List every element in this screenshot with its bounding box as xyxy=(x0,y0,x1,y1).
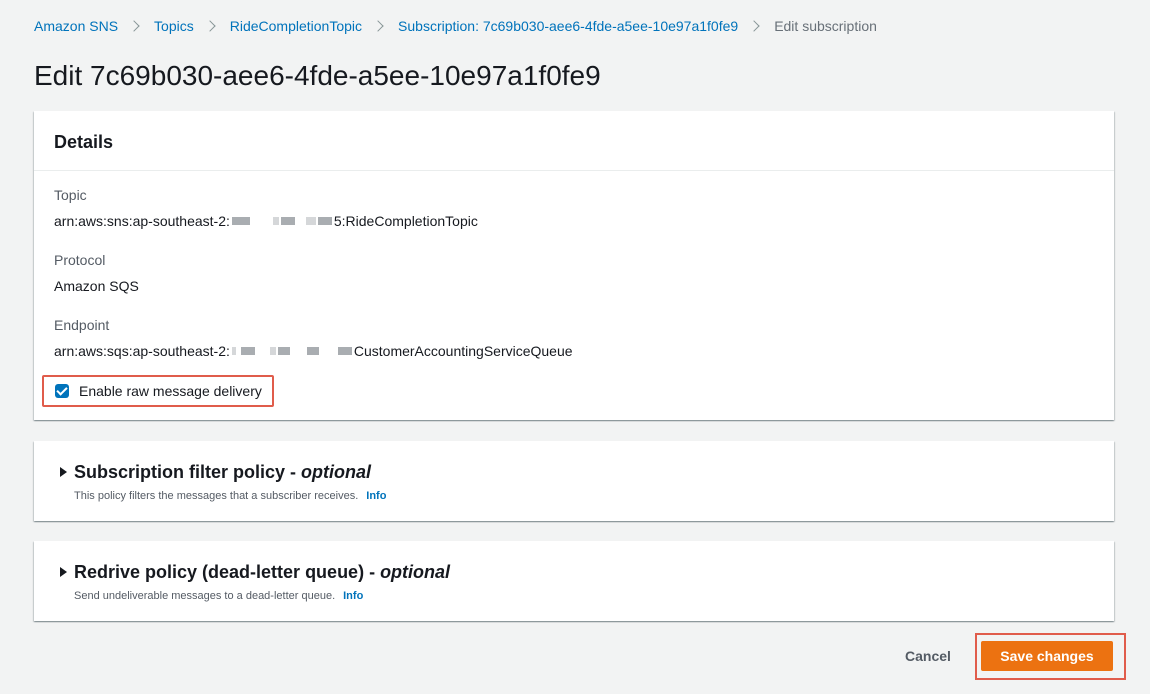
chevron-right-icon xyxy=(204,20,216,32)
chevron-right-icon xyxy=(372,20,384,32)
caret-right-icon xyxy=(60,567,67,577)
details-body: Topic arn:aws:sns:ap-southeast-2: 5:Ride… xyxy=(34,171,1114,360)
endpoint-value: arn:aws:sqs:ap-southeast-2: CustomerAcco… xyxy=(54,342,1094,360)
redrive-policy-panel[interactable]: Redrive policy (dead-letter queue) - opt… xyxy=(34,541,1114,621)
breadcrumb-amazon-sns[interactable]: Amazon SNS xyxy=(34,18,118,34)
breadcrumb-subscription[interactable]: Subscription: 7c69b030-aee6-4fde-a5ee-10… xyxy=(398,18,738,34)
filter-policy-description: This policy filters the messages that a … xyxy=(74,490,387,502)
topic-value: arn:aws:sns:ap-southeast-2: 5:RideComple… xyxy=(54,212,1094,230)
endpoint-arn-suffix: CustomerAccountingServiceQueue xyxy=(353,343,573,359)
topic-label: Topic xyxy=(54,187,87,203)
chevron-right-icon xyxy=(128,20,140,32)
redrive-policy-title: Redrive policy (dead-letter queue) - opt… xyxy=(74,561,451,582)
protocol-value: Amazon SQS xyxy=(54,278,139,294)
raw-delivery-label: Enable raw message delivery xyxy=(79,383,262,399)
page-title: Edit 7c69b030-aee6-4fde-a5ee-10e97a1f0fe… xyxy=(34,60,601,91)
breadcrumb-current: Edit subscription xyxy=(774,18,877,34)
raw-delivery-checkbox-highlight[interactable]: Enable raw message delivery xyxy=(42,375,274,407)
topic-arn-prefix: arn:aws:sns:ap-southeast-2: xyxy=(54,213,230,229)
topic-arn-suffix: 5:RideCompletionTopic xyxy=(333,213,478,229)
protocol-label: Protocol xyxy=(54,252,106,268)
breadcrumb-topic[interactable]: RideCompletionTopic xyxy=(230,18,362,34)
caret-right-icon xyxy=(60,467,67,477)
raw-delivery-checkbox[interactable] xyxy=(55,384,69,398)
endpoint-arn-prefix: arn:aws:sqs:ap-southeast-2: xyxy=(54,343,230,359)
redrive-policy-toggle[interactable]: Redrive policy (dead-letter queue) - opt… xyxy=(60,561,1094,583)
breadcrumb-topics[interactable]: Topics xyxy=(154,18,194,34)
cancel-button[interactable]: Cancel xyxy=(890,643,966,669)
redrive-policy-description: Send undeliverable messages to a dead-le… xyxy=(74,590,364,602)
chevron-right-icon xyxy=(748,20,760,32)
redrive-policy-info-link[interactable]: Info xyxy=(343,590,363,602)
redacted-account-id xyxy=(231,347,353,355)
filter-policy-title: Subscription filter policy - optional xyxy=(74,461,372,482)
filter-policy-panel[interactable]: Subscription filter policy - optional Th… xyxy=(34,441,1114,521)
filter-policy-info-link[interactable]: Info xyxy=(366,490,386,502)
details-header: Details xyxy=(34,111,1114,171)
endpoint-field: Endpoint arn:aws:sqs:ap-southeast-2: Cus… xyxy=(54,317,1094,360)
protocol-field: Protocol Amazon SQS xyxy=(54,252,1094,295)
endpoint-label: Endpoint xyxy=(54,317,110,333)
filter-policy-toggle[interactable]: Subscription filter policy - optional xyxy=(60,461,1094,483)
topic-field: Topic arn:aws:sns:ap-southeast-2: 5:Ride… xyxy=(54,187,1094,230)
breadcrumb: Amazon SNS Topics RideCompletionTopic Su… xyxy=(34,17,877,35)
redacted-account-id xyxy=(231,217,333,225)
save-changes-button[interactable]: Save changes xyxy=(981,641,1113,671)
details-panel: Details Topic arn:aws:sns:ap-southeast-2… xyxy=(34,111,1114,420)
